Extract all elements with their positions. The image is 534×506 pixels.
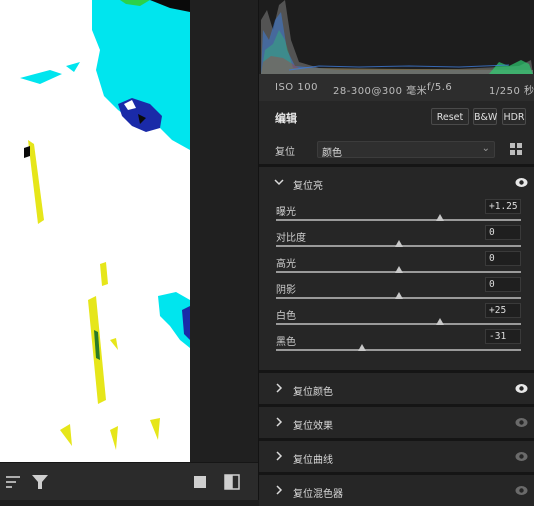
exif-bar: ISO 100 28-300@300 毫米 f/5.6 1/250 秒: [259, 74, 534, 102]
slider-value-input[interactable]: 0: [485, 251, 521, 266]
profile-label: 复位: [275, 147, 295, 158]
slider-thumb[interactable]: [436, 318, 445, 325]
section-title: 复位曲线: [293, 455, 333, 466]
slider-value-input[interactable]: -31: [485, 329, 521, 344]
slider-thumb[interactable]: [436, 214, 445, 221]
edit-header: 编辑 Reset B&W HDR: [259, 101, 534, 131]
slider-thumb[interactable]: [394, 266, 403, 273]
chevron-right-icon: [276, 451, 283, 461]
exif-iso: ISO 100: [275, 82, 318, 93]
edit-panel: ISO 100 28-300@300 毫米 f/5.6 1/250 秒 编辑 R…: [258, 0, 534, 506]
chevron-right-icon: [276, 485, 283, 495]
slider-label: 白色: [276, 311, 296, 322]
chevron-down-icon: ⌄: [481, 143, 490, 154]
histogram: [259, 0, 534, 74]
section-curves-header[interactable]: 复位曲线: [259, 441, 534, 472]
slider-blacks: 黑色 -31: [259, 329, 534, 355]
section-title: 复位效果: [293, 421, 333, 432]
eye-icon[interactable]: [515, 417, 528, 428]
single-view-icon[interactable]: [190, 472, 210, 492]
filter-icon[interactable]: [30, 472, 50, 492]
exif-lens: 28-300@300 毫米: [333, 86, 428, 97]
profile-row: 复位 颜色 ⌄: [259, 136, 534, 162]
section-light-header[interactable]: 复位亮: [259, 167, 534, 198]
slider-label: 曝光: [276, 207, 296, 218]
slider-value-input[interactable]: +1.25: [485, 199, 521, 214]
eye-icon[interactable]: [515, 383, 528, 394]
viewer-toolbar: [0, 462, 258, 500]
slider-exposure: 曝光 +1.25: [259, 199, 534, 225]
eye-icon[interactable]: [515, 177, 528, 188]
slider-shadows: 阴影 0: [259, 277, 534, 303]
eye-icon[interactable]: [515, 485, 528, 496]
slider-whites: 白色 +25: [259, 303, 534, 329]
profile-select[interactable]: 颜色 ⌄: [317, 141, 495, 159]
sort-icon[interactable]: [4, 472, 24, 492]
slider-thumb[interactable]: [394, 292, 403, 299]
slider-track[interactable]: [276, 349, 521, 351]
profile-browser-icon[interactable]: [509, 142, 523, 156]
exif-aperture: f/5.6: [427, 82, 453, 93]
slider-track[interactable]: [276, 323, 521, 325]
slider-label: 阴影: [276, 285, 296, 296]
slider-highlights: 高光 0: [259, 251, 534, 277]
slider-thumb[interactable]: [394, 240, 403, 247]
section-mixer-header[interactable]: 复位混色器: [259, 475, 534, 506]
chevron-right-icon: [276, 383, 283, 393]
photo-canvas[interactable]: [0, 0, 258, 462]
slider-value-input[interactable]: 0: [485, 225, 521, 240]
edit-title: 编辑: [275, 112, 297, 125]
image-viewer: [0, 0, 258, 500]
section-effects-header[interactable]: 复位效果: [259, 407, 534, 438]
hdr-button[interactable]: HDR: [502, 108, 526, 125]
exif-shutter: 1/250 秒: [489, 86, 534, 97]
clipping-preview-image: [0, 0, 258, 462]
bw-button[interactable]: B&W: [473, 108, 497, 125]
section-color-header[interactable]: 复位颜色: [259, 373, 534, 404]
slider-label: 对比度: [276, 233, 306, 244]
slider-label: 高光: [276, 259, 296, 270]
section-light-title: 复位亮: [293, 181, 323, 192]
chevron-down-icon: [274, 179, 284, 186]
slider-contrast: 对比度 0: [259, 225, 534, 251]
compare-view-icon[interactable]: [222, 472, 242, 492]
reset-button[interactable]: Reset: [431, 108, 469, 125]
eye-icon[interactable]: [515, 451, 528, 462]
slider-thumb[interactable]: [357, 344, 366, 351]
section-title: 复位混色器: [293, 489, 343, 500]
section-title: 复位颜色: [293, 387, 333, 398]
chevron-right-icon: [276, 417, 283, 427]
profile-value: 颜色: [322, 148, 342, 159]
slider-track[interactable]: [276, 219, 521, 221]
slider-label: 黑色: [276, 337, 296, 348]
slider-value-input[interactable]: 0: [485, 277, 521, 292]
slider-value-input[interactable]: +25: [485, 303, 521, 318]
